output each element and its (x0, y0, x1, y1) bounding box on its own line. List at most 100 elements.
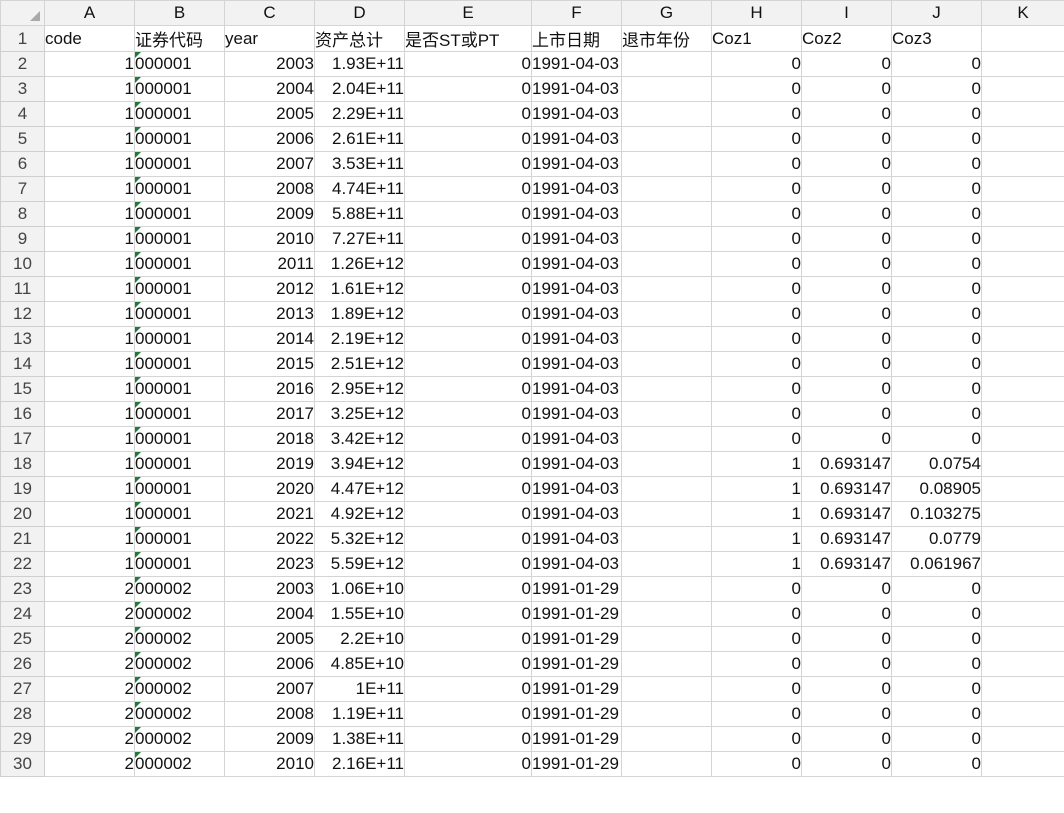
cell[interactable]: 000001 (134, 226, 225, 252)
cell[interactable]: 0 (891, 676, 982, 702)
cell[interactable]: 2023 (224, 551, 315, 577)
cell[interactable] (621, 201, 712, 227)
cell[interactable] (981, 151, 1064, 177)
cell[interactable]: 000001 (134, 526, 225, 552)
row-number[interactable]: 12 (0, 301, 45, 327)
cell[interactable]: 1 (44, 551, 135, 577)
cell[interactable]: 4.74E+11 (314, 176, 405, 202)
cell[interactable]: 000001 (134, 276, 225, 302)
cell[interactable]: 1991-04-03 (531, 426, 622, 452)
cell[interactable]: 0.693147 (801, 501, 892, 527)
cell[interactable]: 1991-01-29 (531, 651, 622, 677)
cell[interactable]: 0 (801, 701, 892, 727)
cell[interactable]: 2 (44, 651, 135, 677)
cell[interactable]: 000001 (134, 51, 225, 77)
cell[interactable]: 0 (711, 226, 802, 252)
cell[interactable]: 0 (711, 576, 802, 602)
cell[interactable]: 0 (801, 626, 892, 652)
cell[interactable]: 1 (711, 476, 802, 502)
cell[interactable]: 2020 (224, 476, 315, 502)
cell[interactable] (621, 251, 712, 277)
row-number[interactable]: 11 (0, 276, 45, 302)
cell[interactable]: 1 (44, 301, 135, 327)
cell[interactable]: 0 (891, 726, 982, 752)
cell[interactable]: 0 (891, 401, 982, 427)
cell[interactable]: 000002 (134, 751, 225, 777)
cell[interactable]: 0 (801, 201, 892, 227)
cell[interactable]: 1991-01-29 (531, 601, 622, 627)
cell[interactable]: 0 (891, 651, 982, 677)
cell[interactable]: year (224, 25, 315, 52)
cell[interactable]: 0 (404, 751, 532, 777)
cell[interactable]: 2017 (224, 401, 315, 427)
row-number[interactable]: 20 (0, 501, 45, 527)
cell[interactable]: 0 (711, 376, 802, 402)
cell[interactable]: 000002 (134, 676, 225, 702)
row-number[interactable]: 18 (0, 451, 45, 477)
cell[interactable]: 1 (44, 101, 135, 127)
cell[interactable] (621, 51, 712, 77)
column-header-j[interactable]: J (891, 0, 982, 26)
cell[interactable]: 1991-04-03 (531, 476, 622, 502)
cell[interactable]: 1991-04-03 (531, 276, 622, 302)
cell[interactable]: 上市日期 (531, 25, 622, 52)
cell[interactable] (621, 426, 712, 452)
cell[interactable]: 0 (801, 751, 892, 777)
cell[interactable]: 2009 (224, 726, 315, 752)
cell[interactable]: 0 (801, 101, 892, 127)
cell[interactable] (981, 401, 1064, 427)
cell[interactable]: 1.06E+10 (314, 576, 405, 602)
cell[interactable] (621, 351, 712, 377)
cell[interactable]: code (44, 25, 135, 52)
cell[interactable] (621, 301, 712, 327)
cell[interactable]: 000002 (134, 626, 225, 652)
row-number[interactable]: 6 (0, 151, 45, 177)
cell[interactable]: 1 (711, 551, 802, 577)
cell[interactable]: 1991-04-03 (531, 501, 622, 527)
cell[interactable]: 2.51E+12 (314, 351, 405, 377)
cell[interactable]: 0 (891, 701, 982, 727)
cell[interactable]: 1991-04-03 (531, 301, 622, 327)
cell[interactable] (621, 76, 712, 102)
row-number[interactable]: 8 (0, 201, 45, 227)
cell[interactable]: 0 (404, 501, 532, 527)
cell[interactable]: 2006 (224, 651, 315, 677)
cell[interactable]: 000001 (134, 501, 225, 527)
cell[interactable]: 0.08905 (891, 476, 982, 502)
cell[interactable]: 2.04E+11 (314, 76, 405, 102)
cell[interactable]: 0 (404, 101, 532, 127)
cell[interactable]: 4.92E+12 (314, 501, 405, 527)
cell[interactable] (621, 401, 712, 427)
cell[interactable]: 1.61E+12 (314, 276, 405, 302)
cell[interactable] (621, 551, 712, 577)
cell[interactable]: 1991-01-29 (531, 726, 622, 752)
cell[interactable]: 0 (891, 751, 982, 777)
cell[interactable]: 2003 (224, 576, 315, 602)
cell[interactable]: 5.88E+11 (314, 201, 405, 227)
cell[interactable]: 1991-04-03 (531, 451, 622, 477)
column-header-d[interactable]: D (314, 0, 405, 26)
cell[interactable]: 1 (44, 76, 135, 102)
row-number[interactable]: 29 (0, 726, 45, 752)
cell[interactable]: 1991-01-29 (531, 676, 622, 702)
cell[interactable]: 0 (711, 426, 802, 452)
cell[interactable] (621, 176, 712, 202)
cell[interactable]: 1991-04-03 (531, 151, 622, 177)
cell[interactable]: 0 (404, 651, 532, 677)
select-all-corner[interactable] (0, 0, 45, 26)
cell[interactable]: 2005 (224, 626, 315, 652)
cell[interactable]: 000001 (134, 201, 225, 227)
cell[interactable]: 1991-04-03 (531, 176, 622, 202)
cell[interactable] (621, 676, 712, 702)
cell[interactable]: 0 (404, 251, 532, 277)
cell[interactable]: 0 (404, 351, 532, 377)
cell[interactable]: 2014 (224, 326, 315, 352)
cell[interactable]: 000002 (134, 651, 225, 677)
cell[interactable]: 0 (711, 626, 802, 652)
cell[interactable]: 0 (891, 351, 982, 377)
row-number[interactable]: 30 (0, 751, 45, 777)
cell[interactable]: 0 (404, 551, 532, 577)
cell[interactable]: 3.42E+12 (314, 426, 405, 452)
cell[interactable]: 1 (44, 51, 135, 77)
cell[interactable]: 0 (801, 726, 892, 752)
